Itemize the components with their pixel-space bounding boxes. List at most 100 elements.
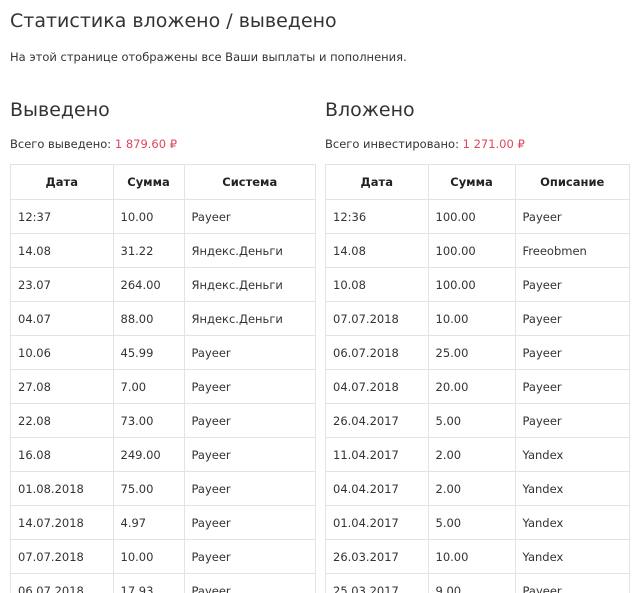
system-cell: Payeer (184, 369, 315, 404)
table-row: 04.07.2018 20.00 Payeer (326, 369, 629, 404)
table-row: 26.03.2017 10.00 Yandex (326, 539, 629, 574)
withdrawn-table-body: 12:37 10.00 Payeer 14.08 31.22 Яндекс.Деньги 2… (11, 199, 315, 593)
description-cell: Payeer (515, 369, 629, 404)
system-cell: Яндекс.Деньги (184, 267, 315, 302)
column-header-amount[interactable]: Сумма (428, 165, 516, 200)
date-cell: 23.07 (11, 267, 114, 302)
date-cell: 16.08 (11, 437, 114, 472)
table-row: 06.07.2018 25.00 Payeer (326, 335, 629, 370)
amount-cell: 5.00 (428, 403, 516, 438)
table-row: 07.07.2018 10.00 Payeer (326, 301, 629, 336)
date-cell: 25.03.2017 (326, 573, 429, 593)
amount-cell: 100.00 (428, 233, 516, 268)
description-cell: Payeer (515, 403, 629, 438)
withdrawn-table-wrap: Дата Сумма Система 12:37 10.00 Payeer 14.08… (10, 164, 316, 593)
amount-cell: 7.00 (113, 369, 185, 404)
stats-page: Статистика вложено / выведено На этой ст… (0, 0, 640, 593)
column-header-date[interactable]: Дата (326, 165, 429, 200)
date-cell: 07.07.2018 (326, 301, 429, 336)
amount-cell: 264.00 (113, 267, 185, 302)
table-row: 27.08 7.00 Payeer (11, 369, 315, 404)
system-cell: Payeer (184, 335, 315, 370)
withdrawn-heading: Выведено (10, 99, 110, 121)
amount-cell: 88.00 (113, 301, 185, 336)
invested-table-body: 12:36 100.00 Payeer 14.08 100.00 Freeobmen 10.… (326, 199, 629, 593)
withdrawn-total-label: Всего выведено: (10, 137, 112, 151)
amount-cell: 9.00 (428, 573, 516, 593)
table-row: 10.08 100.00 Payeer (326, 267, 629, 302)
column-header-system[interactable]: Система (184, 165, 315, 200)
date-cell: 01.08.2018 (11, 471, 114, 506)
amount-cell: 100.00 (428, 267, 516, 302)
table-row: 14.08 100.00 Freeobmen (326, 233, 629, 268)
amount-cell: 45.99 (113, 335, 185, 370)
table-row: 10.06 45.99 Payeer (11, 335, 315, 370)
invested-table: Дата Сумма Описание 12:36 100.00 Payeer 14.… (326, 165, 629, 593)
invested-table-header: Дата Сумма Описание (326, 165, 629, 200)
amount-cell: 25.00 (428, 335, 516, 370)
column-header-description[interactable]: Описание (515, 165, 629, 200)
system-cell: Яндекс.Деньги (184, 233, 315, 268)
table-row: 25.03.2017 9.00 Payeer (326, 573, 629, 593)
date-cell: 12:36 (326, 199, 429, 234)
amount-cell: 75.00 (113, 471, 185, 506)
date-cell: 06.07.2018 (326, 335, 429, 370)
amount-cell: 100.00 (428, 199, 516, 234)
date-cell: 26.03.2017 (326, 539, 429, 574)
system-cell: Payeer (184, 573, 315, 593)
column-header-amount[interactable]: Сумма (113, 165, 185, 200)
description-cell: Freeobmen (515, 233, 629, 268)
amount-cell: 4.97 (113, 505, 185, 540)
date-cell: 04.07 (11, 301, 114, 336)
column-header-date[interactable]: Дата (11, 165, 114, 200)
table-row: 04.04.2017 2.00 Yandex (326, 471, 629, 506)
amount-cell: 2.00 (428, 437, 516, 472)
table-row: 11.04.2017 2.00 Yandex (326, 437, 629, 472)
date-cell: 27.08 (11, 369, 114, 404)
table-row: 06.07.2018 17.93 Payeer (11, 573, 315, 593)
date-cell: 22.08 (11, 403, 114, 438)
system-cell: Payeer (184, 199, 315, 234)
description-cell: Payeer (515, 335, 629, 370)
amount-cell: 2.00 (428, 471, 516, 506)
withdrawn-total-value: 1 879.60 ₽ (114, 137, 178, 151)
invested-total-label: Всего инвестировано: (325, 137, 459, 151)
date-cell: 06.07.2018 (11, 573, 114, 593)
page-description: На этой странице отображены все Ваши вып… (10, 50, 407, 64)
withdrawn-table-header: Дата Сумма Система (11, 165, 315, 200)
amount-cell: 249.00 (113, 437, 185, 472)
invested-total-value: 1 271.00 ₽ (462, 137, 525, 151)
date-cell: 01.04.2017 (326, 505, 429, 540)
table-row: 14.07.2018 4.97 Payeer (11, 505, 315, 540)
amount-cell: 73.00 (113, 403, 185, 438)
date-cell: 14.07.2018 (11, 505, 114, 540)
amount-cell: 10.00 (113, 199, 185, 234)
description-cell: Yandex (515, 437, 629, 472)
description-cell: Yandex (515, 539, 629, 574)
system-cell: Payeer (184, 539, 315, 574)
invested-total: Всего инвестировано: 1 271.00 ₽ (325, 136, 630, 152)
description-cell: Payeer (515, 267, 629, 302)
withdrawn-table: Дата Сумма Система 12:37 10.00 Payeer 14.08… (11, 165, 315, 593)
amount-cell: 10.00 (428, 301, 516, 336)
date-cell: 14.08 (326, 233, 429, 268)
table-row: 12:37 10.00 Payeer (11, 199, 315, 234)
table-row: 07.07.2018 10.00 Payeer (11, 539, 315, 574)
date-cell: 10.06 (11, 335, 114, 370)
invested-section: Вложено Всего инвестировано: 1 271.00 ₽ … (325, 96, 630, 593)
table-row: 01.04.2017 5.00 Yandex (326, 505, 629, 540)
date-cell: 10.08 (326, 267, 429, 302)
date-cell: 11.04.2017 (326, 437, 429, 472)
withdrawn-total: Всего выведено: 1 879.60 ₽ (10, 136, 316, 152)
table-row: 26.04.2017 5.00 Payeer (326, 403, 629, 438)
description-cell: Yandex (515, 505, 629, 540)
page-title: Статистика вложено / выведено (10, 10, 337, 32)
date-cell: 04.07.2018 (326, 369, 429, 404)
description-cell: Payeer (515, 199, 629, 234)
table-row: 22.08 73.00 Payeer (11, 403, 315, 438)
system-cell: Payeer (184, 505, 315, 540)
description-cell: Yandex (515, 471, 629, 506)
date-cell: 14.08 (11, 233, 114, 268)
system-cell: Payeer (184, 403, 315, 438)
amount-cell: 10.00 (428, 539, 516, 574)
